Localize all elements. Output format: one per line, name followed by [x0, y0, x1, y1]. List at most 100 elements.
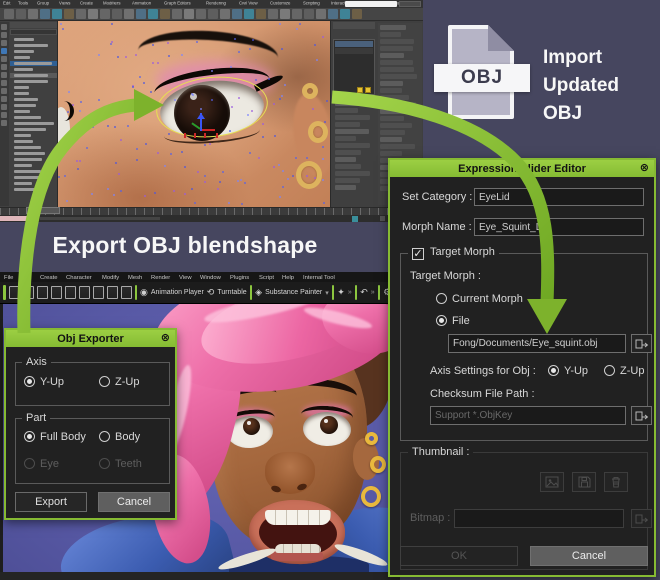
scene-explorer-row[interactable] [10, 97, 57, 102]
scene-explorer-row[interactable] [10, 67, 57, 72]
panel-rollout-row[interactable] [380, 95, 409, 100]
time-slider[interactable] [26, 207, 60, 214]
expression-editor-titlebar[interactable]: Expression Slider Editor ⊗ [390, 160, 654, 177]
cc-file-icon[interactable] [51, 286, 62, 299]
maxscript-listener[interactable] [0, 216, 36, 221]
cancel-button[interactable]: Cancel [530, 546, 648, 566]
panel-rollout-row[interactable] [335, 101, 369, 106]
cc-file-icon[interactable] [121, 286, 132, 299]
file-path-input[interactable]: Fong/Documents/Eye_squint.obj [448, 334, 626, 353]
panel-rollout-row[interactable] [380, 88, 402, 93]
scene-explorer-header[interactable] [10, 29, 57, 35]
max-toolbar-icon[interactable] [196, 9, 206, 19]
modifier-entry[interactable] [335, 48, 373, 54]
menu-item[interactable]: Customize [270, 2, 290, 6]
panel-rollout-row[interactable] [335, 157, 356, 162]
max-toolbar-icon[interactable] [208, 9, 218, 19]
turntable-button[interactable]: ⟲ Turntable [207, 287, 247, 298]
playback-button[interactable] [380, 216, 385, 221]
max-toolbar-icon[interactable] [244, 9, 254, 19]
max-timeline-ruler[interactable] [0, 207, 423, 215]
panel-rollout-row[interactable] [335, 185, 356, 190]
scene-explorer-row[interactable] [10, 169, 57, 174]
max-toolbar-icon[interactable] [268, 9, 278, 19]
menu-item[interactable]: Tools [18, 2, 28, 6]
scene-explorer-row[interactable] [10, 187, 57, 192]
menu-item[interactable]: File [4, 274, 13, 280]
cc-file-icon[interactable] [93, 286, 104, 299]
pose-tool-button[interactable]: ✦ » [337, 287, 351, 298]
max-toolbar-icon[interactable] [124, 9, 134, 19]
scene-explorer-row[interactable] [10, 139, 57, 144]
morph-name-input[interactable]: Eye_Squint_L [474, 218, 644, 236]
max-toolbar-icon[interactable] [340, 9, 350, 19]
scene-explorer-row[interactable] [10, 109, 57, 114]
max-toolbar-icon[interactable] [40, 9, 50, 19]
menu-item[interactable]: View [179, 274, 192, 280]
menu-item[interactable]: Rendering [206, 2, 226, 6]
max-toolbar-icon[interactable] [184, 9, 194, 19]
panel-rollout-row[interactable] [335, 129, 369, 134]
scene-explorer-row[interactable] [10, 91, 57, 96]
max-toolbar-icon[interactable] [172, 9, 182, 19]
radio-current-morph[interactable]: Current Morph [436, 293, 523, 305]
scene-explorer-row[interactable] [10, 43, 57, 48]
menu-item[interactable]: Graph Editors [164, 2, 191, 6]
panel-rollout-row[interactable] [380, 102, 416, 107]
panel-rollout-row[interactable] [380, 67, 414, 72]
max-toolbar-icon[interactable] [4, 9, 14, 19]
max-toolbar-icon[interactable] [316, 9, 326, 19]
scene-explorer-tabs[interactable] [10, 22, 57, 28]
obj-exporter-titlebar[interactable]: Obj Exporter ⊗ [6, 330, 175, 347]
explorer-filter-icon[interactable] [1, 112, 7, 118]
scene-explorer-row[interactable] [10, 61, 57, 66]
menu-item[interactable]: Civil View [239, 2, 258, 6]
radio-axis-yup[interactable]: Y-Up [548, 365, 588, 377]
explorer-filter-icon[interactable] [1, 72, 7, 78]
cc-file-icon[interactable] [65, 286, 76, 299]
menu-item[interactable]: Scripting [303, 2, 320, 6]
explorer-filter-icon[interactable] [1, 120, 7, 126]
cc-file-icon[interactable] [37, 286, 48, 299]
explorer-filter-icon[interactable] [1, 88, 7, 94]
scene-explorer-row[interactable] [10, 103, 57, 108]
panel-rollout-row[interactable] [335, 164, 361, 169]
menu-item[interactable]: Edit [21, 274, 31, 280]
undo-button[interactable]: ↶ » [360, 287, 374, 298]
panel-rollout-row[interactable] [380, 46, 413, 51]
scene-explorer-row[interactable] [10, 151, 57, 156]
max-toolbar-icon[interactable] [304, 9, 314, 19]
max-toolbar-icon[interactable] [16, 9, 26, 19]
panel-rollout-row[interactable] [380, 109, 415, 114]
menu-item[interactable]: Mesh [128, 274, 142, 280]
cc-file-icon[interactable] [107, 286, 118, 299]
scene-explorer-list[interactable] [10, 37, 57, 197]
scene-explorer-row[interactable] [10, 37, 57, 42]
scene-explorer-row[interactable] [10, 55, 57, 60]
modifier-entry[interactable] [335, 41, 373, 47]
menu-item[interactable]: Edit [3, 2, 10, 6]
max-toolbar-icon[interactable] [232, 9, 242, 19]
panel-rollout-row[interactable] [335, 143, 370, 148]
menu-item[interactable]: Internal Tool [303, 274, 335, 280]
menu-item[interactable]: Views [59, 2, 70, 6]
menu-item[interactable]: Create [40, 274, 58, 280]
menu-item[interactable]: Help [282, 274, 294, 280]
scene-explorer-row[interactable] [10, 157, 57, 162]
max-toolbar-icon[interactable] [88, 9, 98, 19]
checksum-input[interactable]: Support *.ObjKey [430, 406, 626, 425]
panel-rollout-row[interactable] [380, 144, 415, 149]
max-workspaces-dropdown[interactable] [399, 1, 421, 7]
max-toolbar-icon[interactable] [160, 9, 170, 19]
panel-rollout-row[interactable] [380, 81, 403, 86]
max-toolbar-icon[interactable] [148, 9, 158, 19]
max-toolbar-icon[interactable] [292, 9, 302, 19]
color-swatch[interactable] [365, 87, 371, 93]
scene-explorer-row[interactable] [10, 121, 57, 126]
explorer-filter-icon[interactable] [1, 104, 7, 110]
panel-rollout-row[interactable] [380, 25, 406, 30]
explorer-filter-icon[interactable] [1, 80, 7, 86]
scene-explorer-row[interactable] [10, 163, 57, 168]
target-morph-checkbox[interactable]: ✓Target Morph [408, 246, 499, 260]
panel-rollout-row[interactable] [335, 178, 360, 183]
